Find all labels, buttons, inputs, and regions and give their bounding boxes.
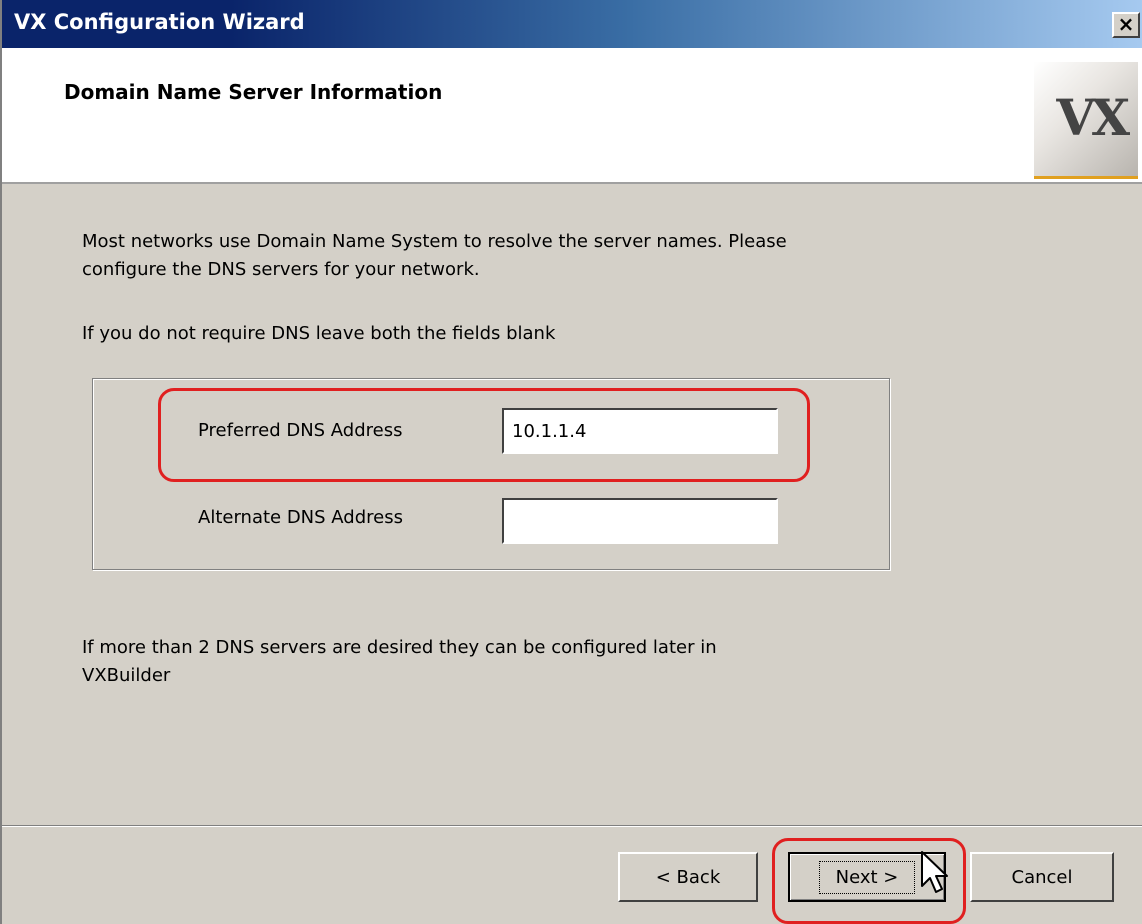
later-line-2: VXBuilder	[82, 665, 171, 686]
window-title: VX Configuration Wizard	[14, 10, 305, 34]
blank-fields-note: If you do not require DNS leave both the…	[82, 323, 556, 344]
intro-line-1: Most networks use Domain Name System to …	[82, 231, 787, 252]
wizard-header: Domain Name Server Information VX	[2, 48, 1142, 184]
title-bar[interactable]: VX Configuration Wizard ×	[2, 0, 1142, 48]
preferred-dns-highlight	[158, 388, 810, 482]
vx-logo: VX	[1034, 62, 1138, 179]
vx-logo-text: VX	[1056, 88, 1130, 147]
cancel-button-label: Cancel	[1011, 866, 1073, 888]
intro-text: Most networks use Domain Name System to …	[82, 228, 787, 284]
alternate-dns-input[interactable]	[502, 498, 778, 544]
wizard-window: VX Configuration Wizard × Domain Name Se…	[0, 0, 1142, 924]
close-button[interactable]: ×	[1112, 12, 1140, 38]
footer-separator	[2, 825, 1142, 827]
intro-line-2: configure the DNS servers for your netwo…	[82, 259, 480, 280]
mouse-pointer-icon	[921, 851, 948, 893]
back-button[interactable]: < Back	[618, 852, 758, 902]
close-icon: ×	[1117, 12, 1135, 36]
later-config-text: If more than 2 DNS servers are desired t…	[82, 634, 717, 690]
alternate-dns-label: Alternate DNS Address	[198, 507, 403, 528]
back-button-label: < Back	[655, 866, 721, 888]
later-line-1: If more than 2 DNS servers are desired t…	[82, 637, 717, 658]
page-title: Domain Name Server Information	[64, 80, 443, 104]
cancel-button[interactable]: Cancel	[970, 852, 1114, 902]
